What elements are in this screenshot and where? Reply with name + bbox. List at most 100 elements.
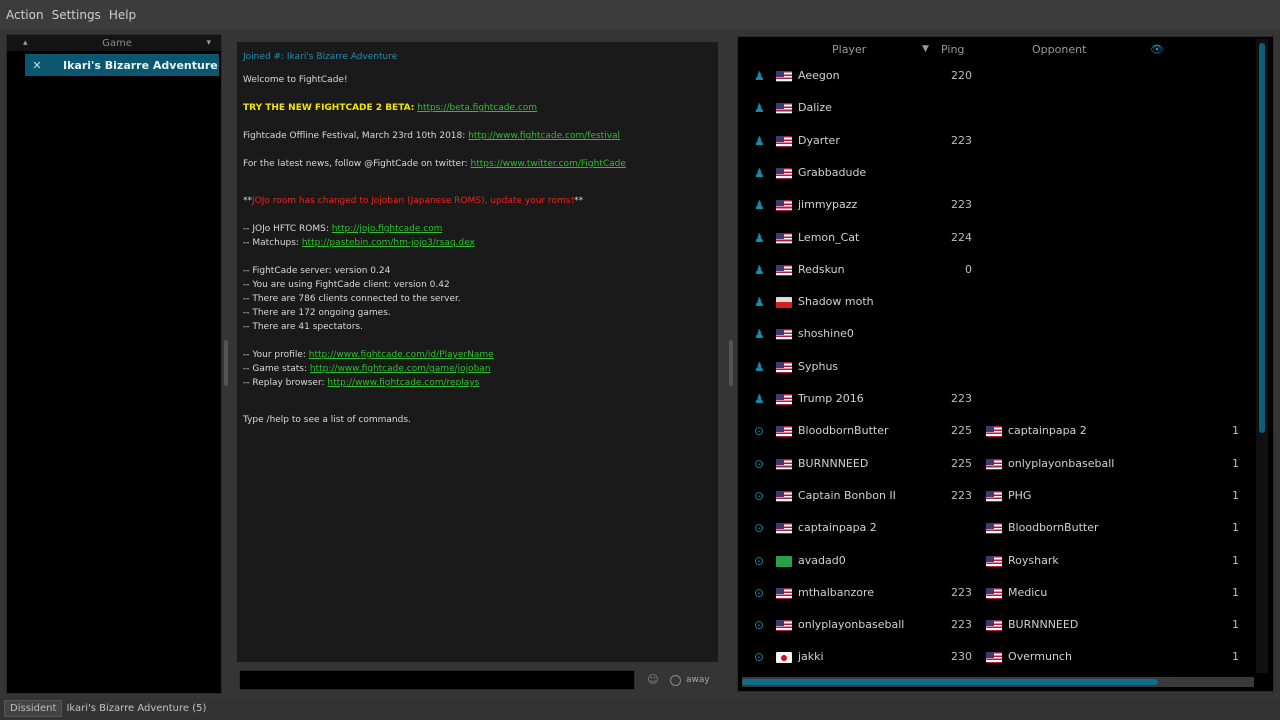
column-player[interactable]: Player <box>832 43 866 56</box>
player-row[interactable]: ⊙ mthalbanzore 223 Medicu 1 <box>738 578 1258 610</box>
channel-item-label: Ikari's Bizarre Adventure <box>63 58 218 72</box>
player-name: Redskun <box>798 262 845 276</box>
column-opponent[interactable]: Opponent <box>1032 43 1086 56</box>
menu-action[interactable]: Action <box>4 8 50 22</box>
horizontal-scroll-thumb[interactable] <box>742 679 1158 685</box>
player-row[interactable]: ♟ Shadow moth <box>738 287 1258 319</box>
profile-link[interactable]: http://www.fightcade.com/id/PlayerName <box>309 350 494 360</box>
player-row[interactable]: ⊙ BloodbornButter 225 captainpapa 2 1 <box>738 416 1258 448</box>
player-row[interactable]: ⊙ Captain Bonbon II 223 PHG 1 <box>738 481 1258 513</box>
channel-list: ▴ Game ▾ ✕ Ikari's Bizarre Adventure <box>6 34 222 694</box>
chat-replays-line: -- Replay browser: http://www.fightcade.… <box>243 376 712 390</box>
chat-jojo-roms-line: -- JOJo HFTC ROMS: http://jojo.fightcade… <box>243 222 712 236</box>
jojo-roms-label: -- JOJo HFTC ROMS: <box>243 224 329 234</box>
match-count: 1 <box>1232 553 1239 567</box>
spectators-eye-icon: 👁 <box>1150 43 1164 56</box>
player-row[interactable]: ♟ jimmypazz 223 <box>738 190 1258 222</box>
status-tab[interactable]: Dissident <box>4 700 63 717</box>
player-name: BURNNNEED <box>798 456 869 470</box>
country-flag-icon <box>776 329 792 341</box>
player-row[interactable]: ⊙ captainpapa 2 BloodbornButter 1 <box>738 513 1258 545</box>
country-flag-icon <box>776 394 792 405</box>
match-count: 1 <box>1232 585 1239 599</box>
country-flag-icon <box>776 103 792 115</box>
sort-down-icon[interactable]: ▼ <box>922 44 929 54</box>
player-row[interactable]: ⊙ BURNNNEED 225 onlyplayonbaseball 1 <box>738 449 1258 481</box>
opponent-flag-icon <box>986 523 1002 535</box>
player-row[interactable]: ⊙ onlyplayonbaseball 223 BURNNNEED 1 <box>738 610 1258 642</box>
player-row[interactable]: ♟ Redskun 0 <box>738 255 1258 287</box>
chat-input[interactable] <box>239 670 635 690</box>
player-ping: 220 <box>951 69 972 82</box>
menu-bar: Action Settings Help <box>0 0 1280 30</box>
player-row[interactable]: ♟ Dalize <box>738 93 1258 125</box>
player-name: Syphus <box>798 359 839 373</box>
country-flag-icon <box>776 167 792 179</box>
person-icon: ♟ <box>754 69 765 83</box>
jojo-roms-link[interactable]: http://jojo.fightcade.com <box>332 224 443 234</box>
country-flag-icon <box>776 652 792 664</box>
chat-welcome: Welcome to FightCade! <box>243 75 348 85</box>
player-ping: 230 <box>951 650 972 664</box>
warning-text: JOJo room has changed to jojoban (Japane… <box>252 196 575 206</box>
player-row[interactable]: ⊙ jakki 230 Overmunch 1 <box>738 642 1258 674</box>
vertical-scroll-thumb[interactable] <box>1259 43 1265 433</box>
player-ping: 223 <box>951 198 972 212</box>
match-count: 1 <box>1232 521 1239 535</box>
chat-joined-message: Joined #: Ikari's Bizarre Adventure <box>243 52 398 62</box>
stats-link[interactable]: http://www.fightcade.com/game/jojoban <box>310 364 491 374</box>
horizontal-scrollbar[interactable] <box>742 677 1254 687</box>
clients-count: -- There are 786 clients connected to th… <box>243 294 461 304</box>
chat-news-line: For the latest news, follow @FightCade o… <box>243 157 712 171</box>
match-count: 1 <box>1232 650 1239 664</box>
close-icon[interactable]: ✕ <box>25 59 49 72</box>
festival-text: Fightcade Offline Festival, March 23rd 1… <box>243 131 466 141</box>
left-splitter-handle[interactable] <box>224 340 228 386</box>
player-row[interactable]: ♟ shoshine0 <box>738 319 1258 351</box>
chat-stats-line: -- Game stats: http://www.fightcade.com/… <box>243 362 712 376</box>
person-icon: ♟ <box>754 359 765 374</box>
country-flag-icon <box>776 426 792 438</box>
opponent-name: Medicu <box>1008 585 1048 599</box>
sort-down-icon[interactable]: ▾ <box>206 38 211 48</box>
player-row[interactable]: ♟ Aeegon 220 <box>738 61 1258 93</box>
menu-settings[interactable]: Settings <box>50 8 107 22</box>
away-radio[interactable] <box>670 674 681 686</box>
player-name: Aeegon <box>798 69 840 82</box>
person-icon: ♟ <box>754 295 765 310</box>
person-icon: ♟ <box>754 133 765 148</box>
channel-item-active[interactable]: ✕ Ikari's Bizarre Adventure <box>25 54 219 76</box>
festival-link[interactable]: http://www.fightcade.com/festival <box>468 131 620 141</box>
smiley-icon[interactable]: ☺ <box>644 671 662 689</box>
player-row[interactable]: ⊙ avadad0 Royshark 1 <box>738 546 1258 578</box>
opponent-name: Overmunch <box>1008 650 1072 664</box>
country-flag-icon <box>776 200 792 212</box>
opponent-name: PHG <box>1008 488 1032 502</box>
right-splitter-handle[interactable] <box>729 340 733 386</box>
spectators-count: -- There are 41 spectators. <box>243 322 363 332</box>
beta-link[interactable]: https://beta.fightcade.com <box>417 103 537 113</box>
match-count: 1 <box>1232 618 1239 632</box>
news-link[interactable]: https://www.twitter.com/FightCade <box>471 159 626 169</box>
chat-beta-line: TRY THE NEW FIGHTCADE 2 BETA: https://be… <box>243 101 712 115</box>
matchups-link[interactable]: http://pastebin.com/hm-jojo3/rsaq.dex <box>302 238 475 248</box>
column-ping[interactable]: Ping <box>941 43 964 56</box>
player-name: Dyarter <box>798 133 840 147</box>
away-toggle[interactable]: away <box>670 671 710 689</box>
vertical-scrollbar[interactable] <box>1256 39 1268 673</box>
player-row[interactable]: ♟ Lemon_Cat 224 <box>738 223 1258 255</box>
match-count: 1 <box>1232 456 1239 470</box>
player-row[interactable]: ♟ Dyarter 223 <box>738 126 1258 158</box>
country-flag-icon <box>776 458 792 470</box>
replays-link[interactable]: http://www.fightcade.com/replays <box>327 378 479 388</box>
opponent-flag-icon <box>986 652 1002 664</box>
games-count: -- There are 172 ongoing games. <box>243 308 391 318</box>
player-row[interactable]: ♟ Grabbadude <box>738 158 1258 190</box>
menu-help[interactable]: Help <box>107 8 142 22</box>
chat-profile-line: -- Your profile: http://www.fightcade.co… <box>243 348 712 362</box>
player-row[interactable]: ♟ Trump 2016 223 <box>738 384 1258 416</box>
opponent-flag-icon <box>986 426 1002 438</box>
player-row[interactable]: ♟ Syphus <box>738 352 1258 384</box>
channel-column-label[interactable]: Game <box>28 38 207 49</box>
opponent-name: Royshark <box>1008 553 1059 567</box>
